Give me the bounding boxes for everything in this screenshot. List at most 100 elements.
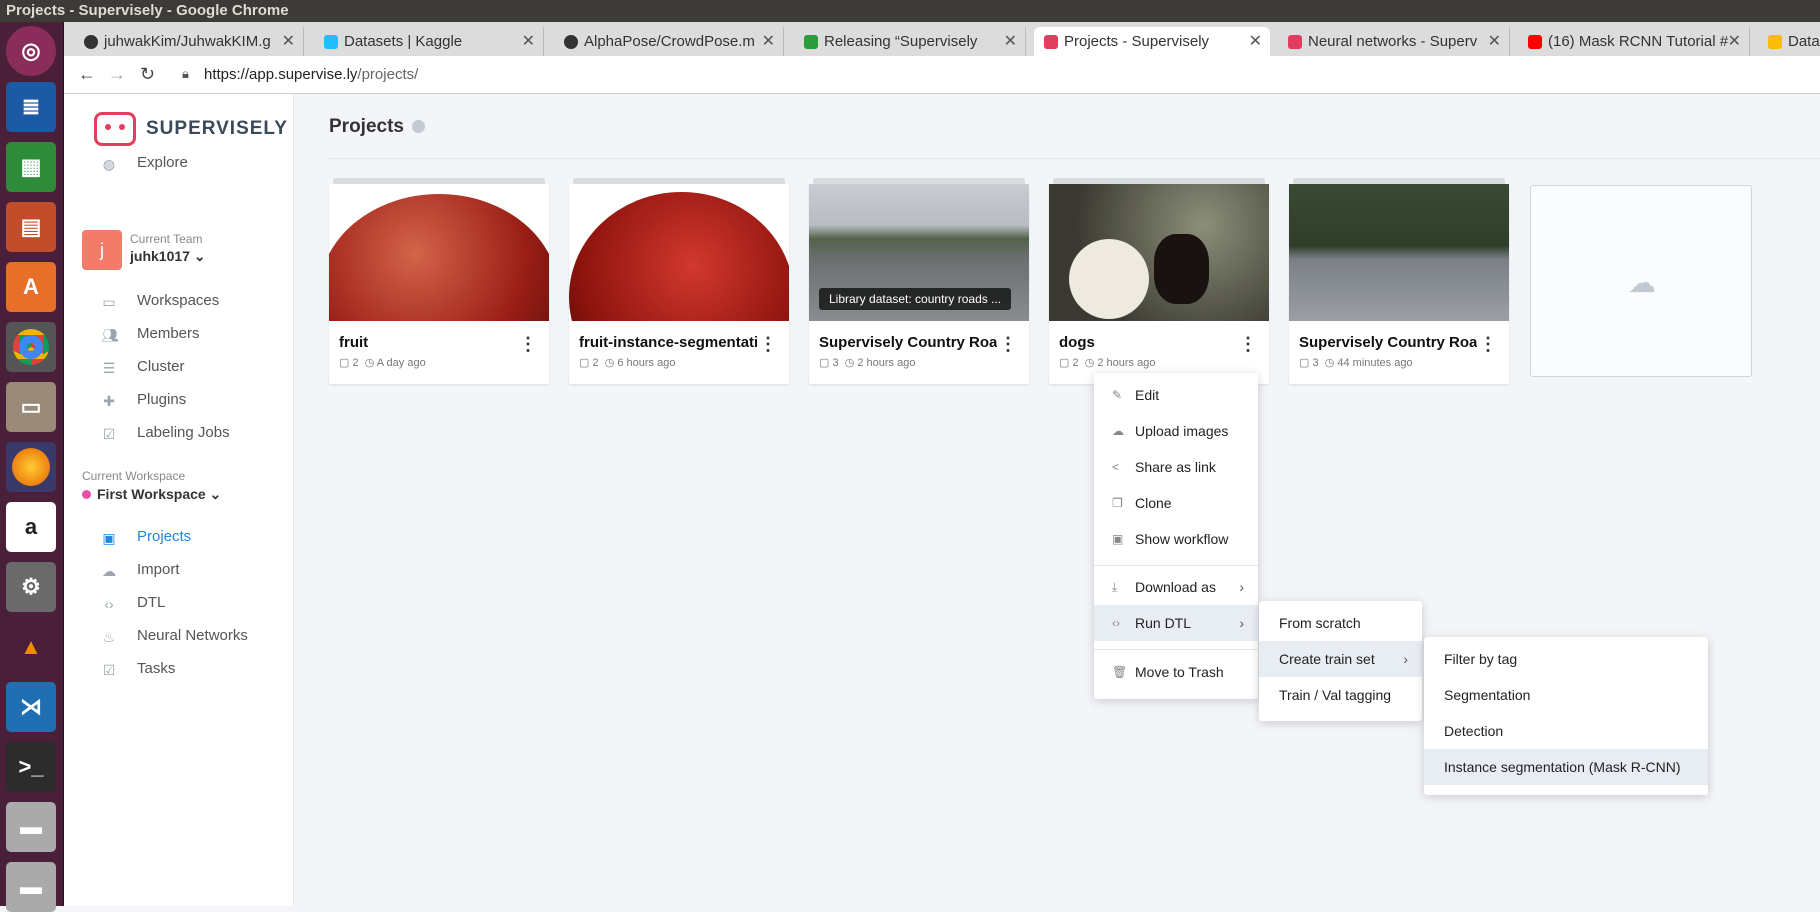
project-caption: Library dataset: country roads ... (819, 288, 1012, 310)
menu-item-label: Show workflow (1135, 531, 1229, 547)
project-time: 2 hours ago (1097, 357, 1156, 369)
project-time: 2 hours ago (857, 357, 916, 369)
menu-item-clone[interactable]: ❐ Clone (1094, 485, 1258, 521)
more-icon[interactable]: ⋮ (1479, 334, 1497, 355)
sidebar-item-dtl[interactable]: ‹› DTL (101, 594, 166, 612)
vscode-icon[interactable]: ⋊ (6, 682, 56, 732)
tab-releasing[interactable]: Releasing “Supervisely ✕ (794, 27, 1026, 56)
reload-icon[interactable]: ↻ (140, 64, 155, 85)
project-card-country-roads-2[interactable]: Supervisely Country Roads- ▢ 3 ◷ 44 minu… (1289, 178, 1509, 384)
menu-item-segmentation[interactable]: Segmentation (1424, 677, 1708, 713)
upload-project-card[interactable]: ☁ (1530, 185, 1752, 377)
sidebar-item-label: Projects (137, 528, 192, 545)
workspace-selector[interactable]: First Workspace ⌄ (82, 486, 221, 503)
menu-item-detection[interactable]: Detection (1424, 713, 1708, 749)
files-icon[interactable]: ▭ (6, 382, 56, 432)
robot-icon (94, 112, 136, 146)
more-icon[interactable]: ⋮ (999, 334, 1017, 355)
menu-item-create-train-set[interactable]: Create train set › (1259, 641, 1422, 677)
menu-item-instance-segmentation[interactable]: Instance segmentation (Mask R-CNN) (1424, 749, 1708, 785)
kaggle-icon (324, 35, 338, 49)
url-field[interactable]: https://app.supervise.ly/projects/ (204, 66, 418, 83)
copy-icon: ❐ (1112, 496, 1123, 510)
more-icon[interactable]: ⋮ (1239, 334, 1257, 355)
project-card-fruit[interactable]: fruit ▢ 2 ◷ A day ago ⋮ (329, 178, 549, 384)
software-center-icon[interactable]: A (6, 262, 56, 312)
close-icon[interactable]: ✕ (1488, 27, 1501, 56)
back-icon[interactable]: ← (78, 64, 96, 85)
project-card-country-roads[interactable]: Library dataset: country roads ... Super… (809, 178, 1029, 384)
sidebar-item-members[interactable]: 👥︎ Members (101, 325, 200, 343)
menu-item-download-as[interactable]: ⤓ Download as › (1094, 569, 1258, 605)
tab-label: Data (1788, 33, 1820, 50)
drive2-icon[interactable]: ▬ (6, 862, 56, 912)
workspace-label: Current Workspace (82, 469, 186, 483)
firefox-icon[interactable] (6, 442, 56, 492)
tab-neural-networks[interactable]: Neural networks - Superv ✕ (1278, 27, 1510, 56)
menu-item-share[interactable]: < Share as link (1094, 449, 1258, 485)
sidebar-item-label: Labeling Jobs (137, 424, 230, 441)
project-card-fruit-instance[interactable]: fruit-instance-segmentation ▢ 2 ◷ 6 hour… (569, 178, 789, 384)
drive-icon (1768, 35, 1782, 49)
close-icon[interactable]: ✕ (1004, 27, 1017, 56)
avatar: j (82, 230, 122, 270)
ubuntu-icon[interactable]: ◎ (6, 26, 56, 76)
project-card-dogs[interactable]: dogs ▢ 2 ◷ 2 hours ago ⋮ (1049, 178, 1269, 384)
sidebar-item-label: DTL (137, 594, 166, 611)
sidebar-item-workspaces[interactable]: ▭ Workspaces (101, 292, 220, 310)
window-title: Projects - Supervisely - Google Chrome (0, 0, 1820, 22)
code-icon: ‹› (1112, 616, 1120, 630)
tab-github-juhwak[interactable]: juhwakKim/JuhwakKIM.g ✕ (74, 27, 304, 56)
menu-item-move-to-trash[interactable]: 🗑︎ Move to Trash (1094, 654, 1258, 690)
impress-icon[interactable]: ▤ (6, 202, 56, 252)
project-thumbnail (329, 184, 549, 321)
writer-icon[interactable]: ≣ (6, 82, 56, 132)
sidebar-item-plugins[interactable]: ✚ Plugins (101, 391, 186, 409)
sidebar-item-neural-networks[interactable]: ♨ Neural Networks (101, 627, 248, 645)
menu-item-run-dtl[interactable]: ‹› Run DTL › (1094, 605, 1258, 641)
sidebar-item-import[interactable]: ☁ Import (101, 561, 180, 579)
tab-drive[interactable]: Data (1758, 27, 1820, 56)
menu-item-label: Clone (1135, 495, 1172, 511)
amazon-icon[interactable]: a (6, 502, 56, 552)
launcher-dock: ◎ ≣ ▦ ▤ A ▭ a ⚙ ▲ ⋊ >_ ▬ ▬ (0, 22, 64, 912)
tab-projects[interactable]: Projects - Supervisely ✕ (1034, 27, 1270, 56)
brand-logo[interactable]: SUPERVISELY (94, 112, 288, 146)
chrome-icon[interactable] (6, 322, 56, 372)
vlc-icon[interactable]: ▲ (6, 622, 56, 672)
tab-youtube[interactable]: (16) Mask RCNN Tutorial # ✕ (1518, 27, 1750, 56)
terminal-icon[interactable]: >_ (6, 742, 56, 792)
close-icon[interactable]: ✕ (1728, 27, 1741, 56)
menu-item-train-val-tagging[interactable]: Train / Val tagging (1259, 677, 1422, 713)
sidebar-item-labeling-jobs[interactable]: ☑ Labeling Jobs (101, 424, 230, 442)
menu-item-edit[interactable]: ✎ Edit (1094, 377, 1258, 413)
menu-item-from-scratch[interactable]: From scratch (1259, 605, 1422, 641)
sidebar-item-cluster[interactable]: ☰ Cluster (101, 358, 185, 376)
tab-kaggle[interactable]: Datasets | Kaggle ✕ (314, 27, 544, 56)
menu-divider (1094, 565, 1258, 566)
close-icon[interactable]: ✕ (762, 27, 775, 56)
tab-alphapose[interactable]: AlphaPose/CrowdPose.m ✕ (554, 27, 784, 56)
project-context-menu: ✎ Edit ☁ Upload images < Share as link ❐ Clo… (1094, 373, 1258, 699)
menu-item-filter-by-tag[interactable]: Filter by tag (1424, 641, 1708, 677)
sidebar-item-explore[interactable]: ◍ Explore (101, 154, 188, 172)
calc-icon[interactable]: ▦ (6, 142, 56, 192)
close-icon[interactable]: ✕ (522, 27, 535, 56)
help-icon[interactable] (411, 120, 425, 134)
menu-item-show-workflow[interactable]: ▣ Show workflow (1094, 521, 1258, 557)
more-icon[interactable]: ⋮ (759, 334, 777, 355)
menu-item-upload-images[interactable]: ☁ Upload images (1094, 413, 1258, 449)
address-bar: ← → ↻ 🔒︎ https://app.supervise.ly/projec… (64, 56, 1820, 94)
settings-icon[interactable]: ⚙ (6, 562, 56, 612)
more-icon[interactable]: ⋮ (519, 334, 537, 355)
sidebar-item-label: Cluster (137, 358, 185, 375)
sidebar-item-label: Workspaces (137, 292, 220, 309)
menu-item-label: Segmentation (1444, 687, 1531, 703)
drive-icon[interactable]: ▬ (6, 802, 56, 852)
forward-icon[interactable]: → (108, 64, 126, 85)
close-icon[interactable]: ✕ (282, 27, 295, 56)
sidebar-item-tasks[interactable]: ☑ Tasks (101, 660, 176, 678)
close-icon[interactable]: ✕ (1249, 27, 1262, 56)
sidebar-item-projects[interactable]: ▣ Projects (101, 528, 192, 546)
menu-item-label: Upload images (1135, 423, 1229, 439)
